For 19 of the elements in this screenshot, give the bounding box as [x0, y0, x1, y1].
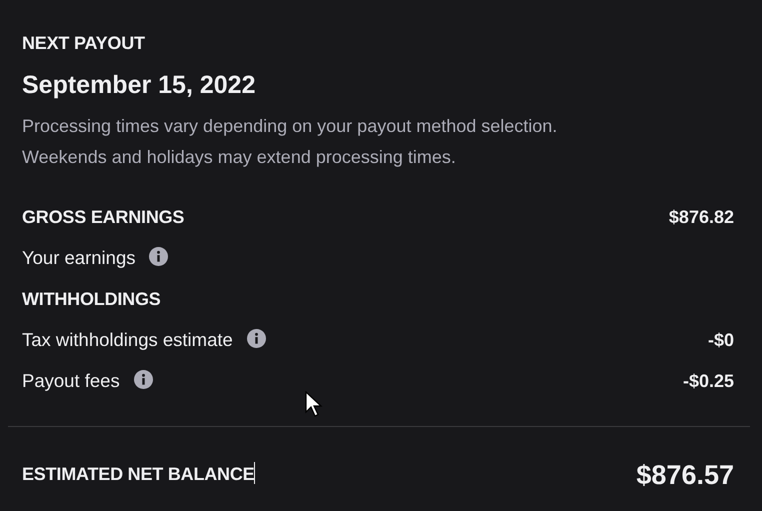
net-balance-label: ESTIMATED NET BALANCE [22, 464, 254, 484]
note-text: Weekends and holidays may extend processing times. [22, 146, 457, 169]
text-caret [254, 462, 256, 484]
note-text: Processing times vary depending on your payout method selection. [22, 114, 558, 138]
line-label: Your earnings [22, 247, 136, 268]
amount-text: $876.82 [668, 206, 734, 228]
line-label: Tax withholdings estimate [22, 329, 233, 350]
mouse-pointer-icon [305, 391, 323, 419]
section-heading: WITHHOLDINGS [22, 288, 161, 308]
section-heading: GROSS EARNINGS [22, 206, 184, 226]
payout-date: September 15, 2022 [22, 70, 256, 101]
net-balance-amount: $876.57 [636, 458, 734, 492]
line-label: Payout fees [22, 370, 120, 391]
info-icon[interactable] [149, 247, 168, 266]
amount-text: -$0 [708, 328, 734, 352]
info-icon[interactable] [246, 329, 266, 348]
section-heading: NEXT PAYOUT [22, 32, 146, 55]
info-icon[interactable] [134, 370, 153, 389]
amount-text: -$0.25 [682, 370, 734, 392]
